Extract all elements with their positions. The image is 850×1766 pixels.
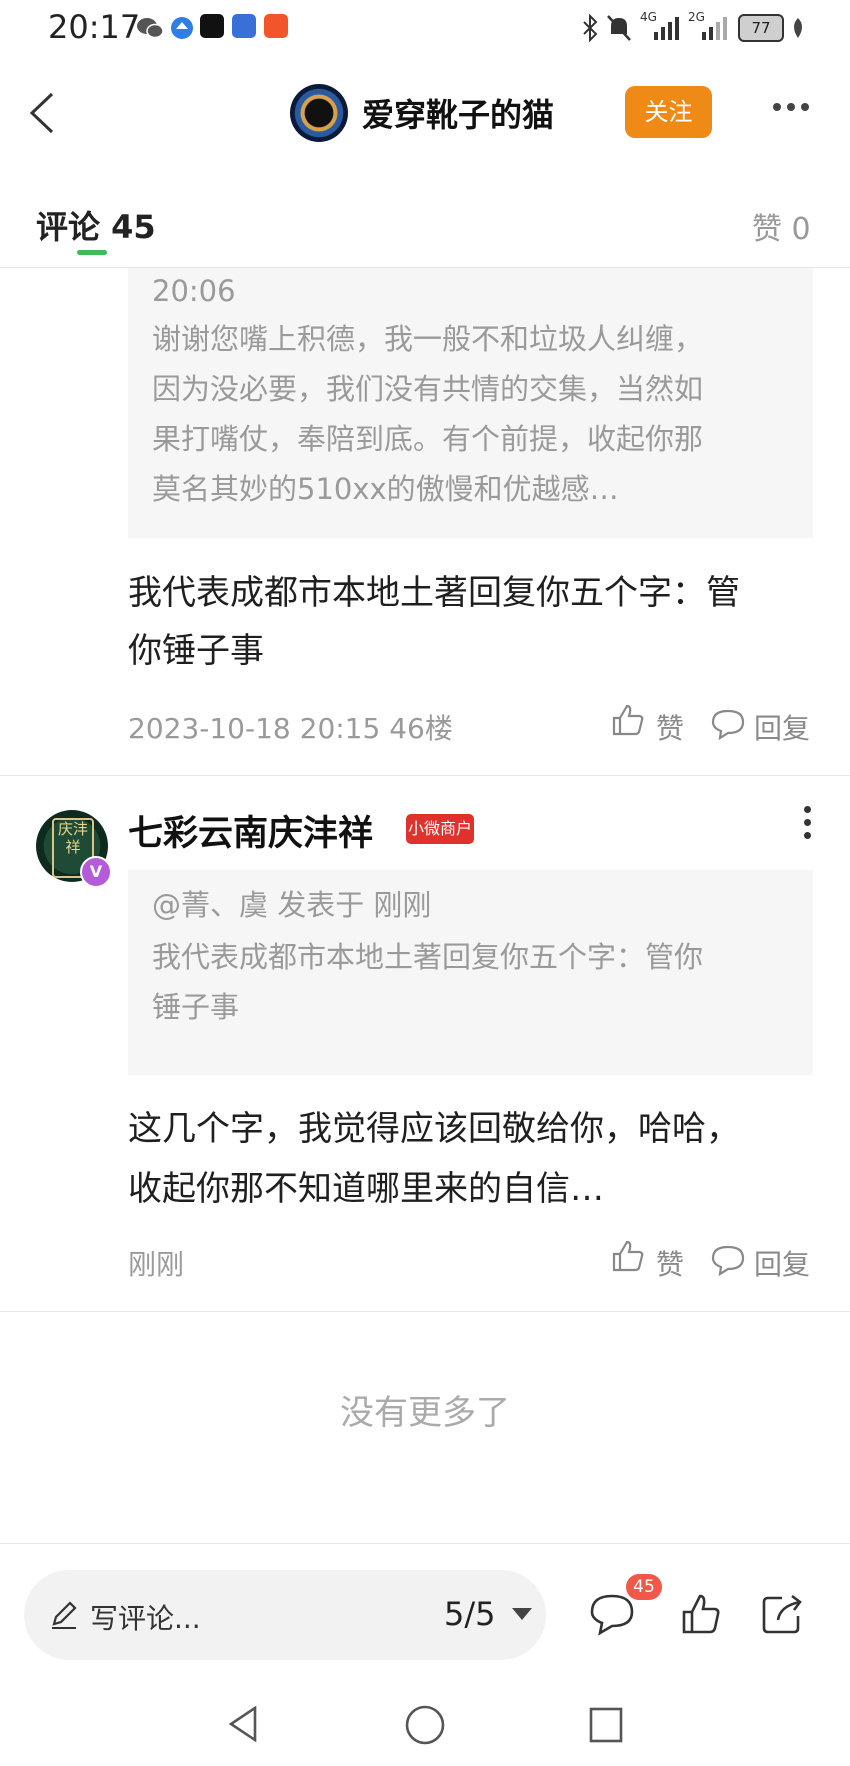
tab-likes-count: 0 <box>791 212 811 247</box>
thumbs-up-icon[interactable] <box>610 702 646 738</box>
bluetooth-icon <box>583 14 598 42</box>
like-label[interactable]: 赞 <box>656 707 684 747</box>
active-tab-indicator <box>77 250 107 255</box>
tab-comments-count: 45 <box>111 208 156 246</box>
reply-label[interactable]: 回复 <box>754 1243 810 1283</box>
comment-text-line: 我代表成都市本地土著回复你五个字：管 <box>128 573 740 613</box>
comment-meta: 2023-10-18 20:15 46楼 <box>128 712 453 745</box>
reply-bubble-icon[interactable] <box>710 708 746 740</box>
tab-comments-label: 评论 <box>36 208 101 246</box>
leaf-icon <box>794 18 802 38</box>
nav-back-icon[interactable] <box>225 1704 261 1744</box>
tab-likes[interactable]: 赞 0 <box>752 204 811 248</box>
app-icon-blue <box>171 17 193 39</box>
quote-line: 因为没必要，我们没有共情的交集，当然如 <box>152 372 704 406</box>
thumbs-up-icon[interactable] <box>680 1592 722 1636</box>
quote-header: @菁、虞 发表于 刚刚 <box>152 888 432 922</box>
bottom-bar-divider <box>0 1543 850 1544</box>
comment-count-badge: 45 <box>626 1574 662 1600</box>
car-app-icon <box>232 14 256 38</box>
comment-text-line: 这几个字，我觉得应该回敬给你，哈哈， <box>128 1109 740 1149</box>
quote-line: 谢谢您嘴上积德，我一般不和垃圾人纠缠， <box>152 322 704 356</box>
signal-bars-2-icon <box>702 17 727 40</box>
quote-time: 20:06 <box>152 274 236 308</box>
mute-bell-icon <box>607 15 631 41</box>
wechat-icon <box>137 18 164 39</box>
comment-input-placeholder[interactable]: 写评论... <box>90 1597 201 1637</box>
comment-text-line: 你锤子事 <box>128 631 264 671</box>
comments-icon[interactable] <box>588 1592 636 1636</box>
nav-recents-icon[interactable] <box>588 1706 624 1744</box>
comment-more-icon[interactable] <box>800 806 814 846</box>
system-nav-bar <box>0 1680 850 1766</box>
author-name[interactable]: 爱穿靴子的猫 <box>362 90 554 136</box>
status-time: 20:17 <box>48 8 141 46</box>
merchant-badge: 小微商户 <box>406 814 474 844</box>
status-bar: 20:17 4G 2G 77 <box>0 0 850 58</box>
verified-badge: V <box>80 856 112 888</box>
pencil-icon <box>52 1601 77 1629</box>
tab-likes-label: 赞 <box>752 212 782 247</box>
soul-app-icon <box>200 14 224 38</box>
nav-home-icon[interactable] <box>404 1704 446 1746</box>
reply-label[interactable]: 回复 <box>754 707 810 747</box>
page-indicator[interactable]: 5/5 <box>444 1595 496 1633</box>
quote-line: 我代表成都市本地土著回复你五个字：管你 <box>152 940 704 974</box>
tab-comments[interactable]: 评论 45 <box>36 202 156 248</box>
more-options-icon[interactable] <box>770 96 820 126</box>
commenter-name[interactable]: 七彩云南庆沣祥 <box>128 805 373 856</box>
reply-bubble-icon[interactable] <box>710 1244 746 1276</box>
quote-line: 果打嘴仗，奉陪到底。有个前提，收起你那 <box>152 422 704 456</box>
battery-indicator: 77 <box>738 14 784 42</box>
thumbs-up-icon[interactable] <box>610 1238 646 1274</box>
comment-meta: 刚刚 <box>128 1248 185 1281</box>
quoted-comment[interactable]: @菁、虞 发表于 刚刚 我代表成都市本地土著回复你五个字：管你 锤子事 <box>128 870 813 1075</box>
author-avatar[interactable] <box>290 84 348 142</box>
like-label[interactable]: 赞 <box>656 1243 684 1283</box>
quote-line: 锤子事 <box>152 990 240 1024</box>
no-more-text: 没有更多了 <box>340 1393 510 1433</box>
share-icon[interactable] <box>760 1590 806 1636</box>
quoted-comment[interactable]: 20:06 谢谢您嘴上积德，我一般不和垃圾人纠缠， 因为没必要，我们没有共情的交… <box>128 268 813 538</box>
comment-divider <box>0 775 850 776</box>
comment-divider <box>0 1311 850 1312</box>
comment-text-line: 收起你那不知道哪里来的自信… <box>128 1169 604 1209</box>
chevron-down-icon[interactable] <box>512 1608 532 1620</box>
follow-button[interactable]: 关注 <box>625 86 712 138</box>
video-app-icon <box>264 14 288 38</box>
quote-line: 莫名其妙的510xx的傲慢和优越感… <box>152 472 619 506</box>
signal-bars-icon <box>654 17 679 40</box>
back-icon[interactable] <box>22 88 62 138</box>
